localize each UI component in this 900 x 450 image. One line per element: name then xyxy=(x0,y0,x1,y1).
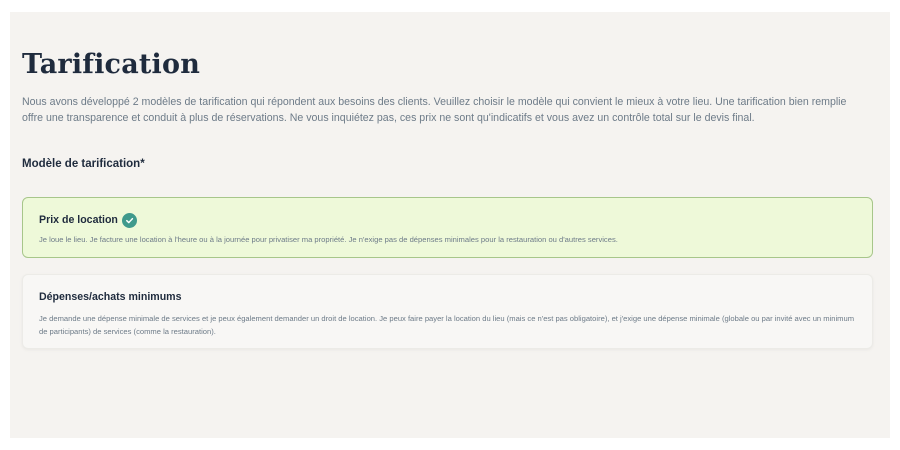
pricing-model-label: Modèle de tarification* xyxy=(22,158,145,170)
option-description: Je demande une dépense minimale de servi… xyxy=(39,314,855,336)
option-header: Dépenses/achats minimums xyxy=(39,289,856,305)
option-title: Prix de location xyxy=(39,214,118,226)
option-description: Je loue le lieu. Je facture une location… xyxy=(39,235,618,244)
intro-text: Nous avons développé 2 modèles de tarifi… xyxy=(22,96,847,124)
pricing-panel: Tarification Nous avons développé 2 modè… xyxy=(10,12,890,438)
page-title: Tarification xyxy=(22,49,201,80)
option-title: Dépenses/achats minimums xyxy=(39,291,182,303)
option-minimum-spend[interactable]: Dépenses/achats minimums Je demande une … xyxy=(22,274,873,349)
option-header: Prix de location xyxy=(39,212,856,228)
check-circle-icon xyxy=(121,212,137,228)
option-rental-price[interactable]: Prix de location Je loue le lieu. Je fac… xyxy=(22,197,873,258)
